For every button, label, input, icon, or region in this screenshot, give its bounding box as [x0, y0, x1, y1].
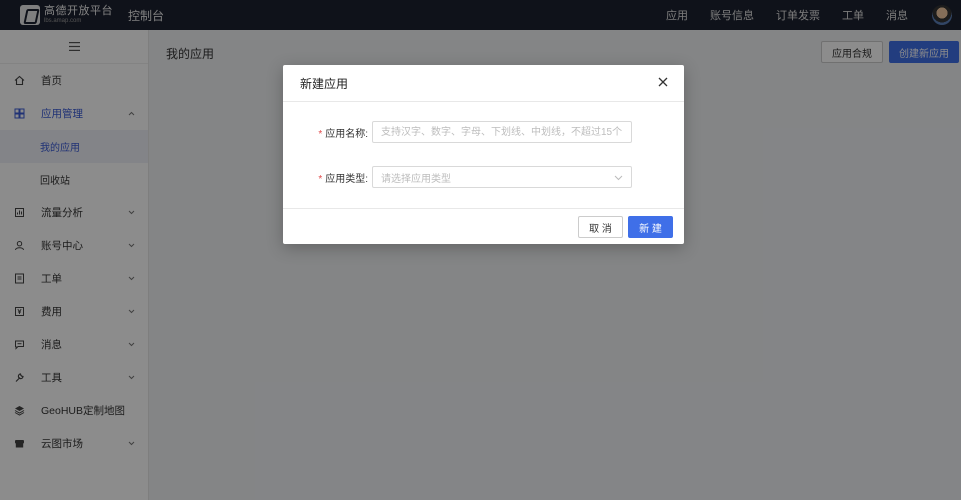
dialog-title: 新建应用 [300, 76, 349, 91]
required-marker: * [318, 128, 323, 140]
app-name-row: * 应用名称: [283, 121, 632, 143]
new-app-dialog: 新建应用 *应用名称: *应用类型: 请选择应用类型 取 消 新 建 [283, 65, 684, 244]
app-type-label: * 应用类型: [318, 173, 368, 185]
app-name-input[interactable] [372, 121, 632, 143]
confirm-create-button[interactable]: 新 建 [628, 216, 673, 238]
dialog-footer: 取 消 新 建 [283, 208, 684, 244]
app-type-select[interactable]: 请选择应用类型 [372, 166, 632, 188]
cancel-button[interactable]: 取 消 [578, 216, 623, 238]
close-icon[interactable] [656, 75, 670, 89]
required-marker: * [318, 173, 323, 185]
app-type-row: * 应用类型: 请选择应用类型 [283, 166, 632, 188]
dialog-header: 新建应用 [283, 65, 684, 102]
app-name-label: * 应用名称: [318, 128, 368, 140]
chevron-down-icon [614, 173, 623, 184]
app-type-placeholder: 请选择应用类型 [381, 173, 451, 185]
